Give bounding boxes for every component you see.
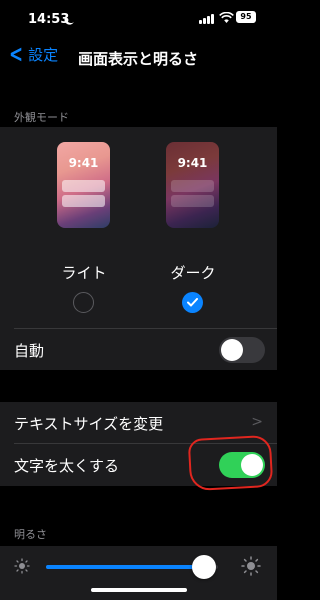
brightness-header: 明るさ <box>14 528 47 541</box>
dark-mode-label: ダーク <box>170 264 216 282</box>
chevron-left-icon: < <box>9 40 24 68</box>
preview-time: 9:41 <box>68 156 99 170</box>
brightness-slider-fill <box>46 565 205 569</box>
status-bar: 14:53 95 <box>0 0 277 40</box>
auto-label: 自動 <box>14 342 45 360</box>
preview-widget <box>171 195 214 207</box>
chevron-right-icon: > <box>251 414 263 430</box>
cellular-signal-icon <box>199 14 215 24</box>
preview-widget <box>171 180 214 192</box>
appearance-card: 9:41 9:41 ライト ダーク 自動 <box>0 127 277 370</box>
brightness-high-icon <box>241 556 261 576</box>
toggle-knob <box>221 339 243 361</box>
checkmark-icon <box>187 298 198 307</box>
back-button[interactable]: < 設定 <box>6 42 58 66</box>
auto-toggle[interactable] <box>219 337 265 363</box>
page-title: 画面表示と明るさ <box>78 50 199 68</box>
appearance-header: 外観モード <box>14 111 69 124</box>
light-mode-radio[interactable] <box>73 292 94 313</box>
home-indicator <box>91 588 187 592</box>
brightness-slider-thumb[interactable] <box>192 555 217 579</box>
preview-time: 9:41 <box>177 156 208 170</box>
nav-bar: < 設定 画面表示と明るさ <box>0 38 277 74</box>
back-label: 設定 <box>28 45 59 64</box>
highlight-annotation <box>187 434 274 492</box>
wifi-icon <box>219 12 234 23</box>
status-time: 14:53 <box>28 12 70 27</box>
light-mode-label: ライト <box>61 264 107 282</box>
divider <box>14 328 277 329</box>
dark-mode-preview[interactable]: 9:41 <box>166 142 219 228</box>
preview-widget <box>62 180 105 192</box>
preview-widget <box>62 195 105 207</box>
dark-mode-radio[interactable] <box>182 292 203 313</box>
text-size-label: テキストサイズを変更 <box>14 415 164 433</box>
battery-icon: 95 <box>236 11 256 23</box>
bold-text-label: 文字を太くする <box>14 457 120 475</box>
brightness-low-icon <box>14 558 30 574</box>
light-mode-preview[interactable]: 9:41 <box>57 142 110 228</box>
